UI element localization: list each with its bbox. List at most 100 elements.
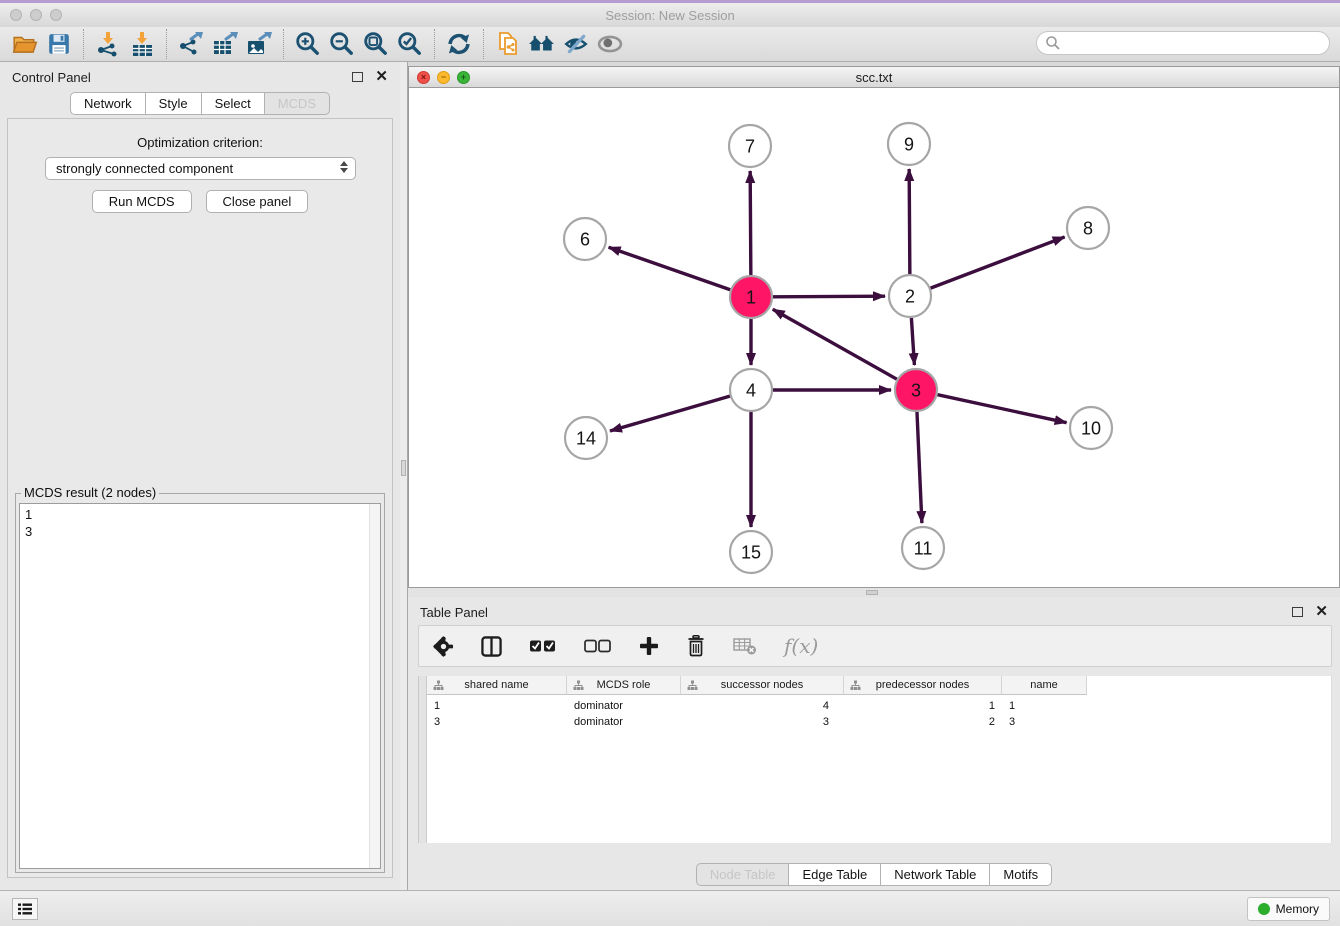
tab-motifs[interactable]: Motifs xyxy=(989,863,1052,886)
splitter-handle[interactable] xyxy=(401,460,406,476)
table-splitter-handle[interactable] xyxy=(866,590,878,595)
create-column-icon[interactable] xyxy=(639,636,659,656)
control-panel-tabs: Network Style Select MCDS xyxy=(0,92,400,115)
graph-edge-1-6[interactable] xyxy=(609,247,731,289)
delete-column-icon[interactable] xyxy=(686,635,706,657)
column-header-predecessor-nodes[interactable]: predecessor nodes xyxy=(844,676,1002,695)
tab-network[interactable]: Network xyxy=(70,92,146,115)
application-window: Session: New Session xyxy=(0,0,1340,926)
network-window-titlebar[interactable]: × − + scc.txt xyxy=(408,66,1340,88)
show-column-panel-icon[interactable] xyxy=(481,636,502,657)
mcds-result-text[interactable]: 1 3 xyxy=(19,503,381,869)
export-table-icon[interactable] xyxy=(208,29,242,59)
graph-node-label: 9 xyxy=(904,134,914,154)
optimization-criterion-label: Optimization criterion: xyxy=(8,135,392,150)
memory-label: Memory xyxy=(1276,902,1319,916)
zoom-selected-icon[interactable] xyxy=(393,29,427,59)
delete-table-icon[interactable] xyxy=(733,637,757,655)
graph-edge-3-11[interactable] xyxy=(917,412,922,523)
show-all-icon[interactable] xyxy=(593,29,627,59)
control-panel: Control Panel ✕ Network Style Select MCD… xyxy=(0,62,400,890)
tab-edge-table[interactable]: Edge Table xyxy=(788,863,881,886)
run-mcds-button[interactable]: Run MCDS xyxy=(92,190,192,213)
status-bar: Memory xyxy=(0,890,1340,926)
save-session-icon[interactable] xyxy=(42,29,76,59)
zoom-out-icon[interactable] xyxy=(325,29,359,59)
graph-node-label: 6 xyxy=(580,229,590,249)
zoom-fit-icon[interactable] xyxy=(359,29,393,59)
graph-edge-1-7[interactable] xyxy=(750,171,751,275)
deselect-all-rows-icon[interactable] xyxy=(584,638,612,654)
graph-edge-2-8[interactable] xyxy=(931,237,1065,288)
tab-mcds[interactable]: MCDS xyxy=(264,92,330,115)
tab-node-table[interactable]: Node Table xyxy=(696,863,790,886)
selected-option: strongly connected component xyxy=(56,161,233,176)
export-network-icon[interactable] xyxy=(174,29,208,59)
column-header-mcds-role[interactable]: MCDS role xyxy=(567,676,681,695)
tab-style[interactable]: Style xyxy=(145,92,202,115)
graph-edge-3-1[interactable] xyxy=(773,309,897,379)
window-titlebar[interactable]: Session: New Session xyxy=(0,3,1340,27)
graph-node-label: 3 xyxy=(911,380,921,400)
graph-node-label: 11 xyxy=(914,538,933,558)
import-table-icon[interactable] xyxy=(125,29,159,59)
main-toolbar xyxy=(0,27,1340,62)
function-builder-icon[interactable]: f(x) xyxy=(784,634,818,658)
open-session-icon[interactable] xyxy=(8,29,42,59)
graph-node-label: 4 xyxy=(746,380,756,400)
task-history-button[interactable] xyxy=(12,898,38,920)
float-table-panel-icon[interactable] xyxy=(1292,607,1303,617)
table-splitter[interactable] xyxy=(408,588,1340,597)
close-panel-icon[interactable]: ✕ xyxy=(375,72,388,82)
graph-node-label: 15 xyxy=(741,542,761,562)
panel-splitter[interactable] xyxy=(400,62,408,890)
tab-network-table[interactable]: Network Table xyxy=(880,863,990,886)
export-image-icon[interactable] xyxy=(242,29,276,59)
node-table: shared name MCDS role successor nodes pr… xyxy=(418,676,1332,843)
graph-node-label: 10 xyxy=(1081,418,1101,438)
graph-edge-2-3[interactable] xyxy=(911,318,914,365)
result-line: 3 xyxy=(25,523,375,540)
close-panel-button[interactable]: Close panel xyxy=(206,190,309,213)
close-table-panel-icon[interactable]: ✕ xyxy=(1315,607,1328,617)
result-line: 1 xyxy=(25,506,375,523)
toolbar-separator xyxy=(166,29,167,59)
float-panel-icon[interactable] xyxy=(352,72,363,82)
table-row[interactable]: 3 dominator 3 2 3 xyxy=(427,713,1087,730)
search-input[interactable] xyxy=(1061,36,1311,51)
clone-network-icon[interactable] xyxy=(491,29,525,59)
graph-edge-4-14[interactable] xyxy=(610,396,730,431)
column-header-successor-nodes[interactable]: successor nodes xyxy=(681,676,844,695)
result-scrollbar[interactable] xyxy=(369,504,380,868)
network-window-title: scc.txt xyxy=(409,70,1339,85)
zoom-in-icon[interactable] xyxy=(291,29,325,59)
table-panel: Table Panel ✕ xyxy=(408,597,1340,890)
hide-selected-icon[interactable] xyxy=(559,29,593,59)
table-tabs: Node Table Edge Table Network Table Moti… xyxy=(408,863,1340,886)
table-panel-title: Table Panel xyxy=(420,605,488,620)
refresh-icon[interactable] xyxy=(442,29,476,59)
toolbar-separator xyxy=(83,29,84,59)
column-header-shared-name[interactable]: shared name xyxy=(427,676,567,695)
graph-edge-1-2[interactable] xyxy=(773,296,885,297)
memory-button[interactable]: Memory xyxy=(1247,897,1330,921)
select-all-rows-icon[interactable] xyxy=(529,638,557,654)
graph-node-label: 7 xyxy=(745,136,755,156)
graph-edge-2-9[interactable] xyxy=(909,169,910,274)
network-view-window: × − + scc.txt 7968124314101511 xyxy=(408,66,1340,588)
column-header-name[interactable]: name xyxy=(1002,676,1087,695)
tab-select[interactable]: Select xyxy=(201,92,265,115)
import-network-icon[interactable] xyxy=(91,29,125,59)
network-canvas[interactable]: 7968124314101511 xyxy=(408,88,1340,588)
mcds-result-fieldset: MCDS result (2 nodes) 1 3 xyxy=(15,493,385,873)
optimization-criterion-select[interactable]: strongly connected component xyxy=(45,157,356,180)
mcds-panel-content: Optimization criterion: strongly connect… xyxy=(7,118,393,878)
graph-edge-3-10[interactable] xyxy=(937,395,1066,423)
table-settings-icon[interactable] xyxy=(433,636,454,657)
graph-node-label: 8 xyxy=(1083,218,1093,238)
row-gutter xyxy=(419,676,427,843)
network-graph[interactable]: 7968124314101511 xyxy=(409,88,1339,586)
table-row[interactable]: 1 dominator 4 1 1 xyxy=(427,697,1087,714)
search-field[interactable] xyxy=(1036,31,1330,55)
go-home-icon[interactable] xyxy=(525,29,559,59)
